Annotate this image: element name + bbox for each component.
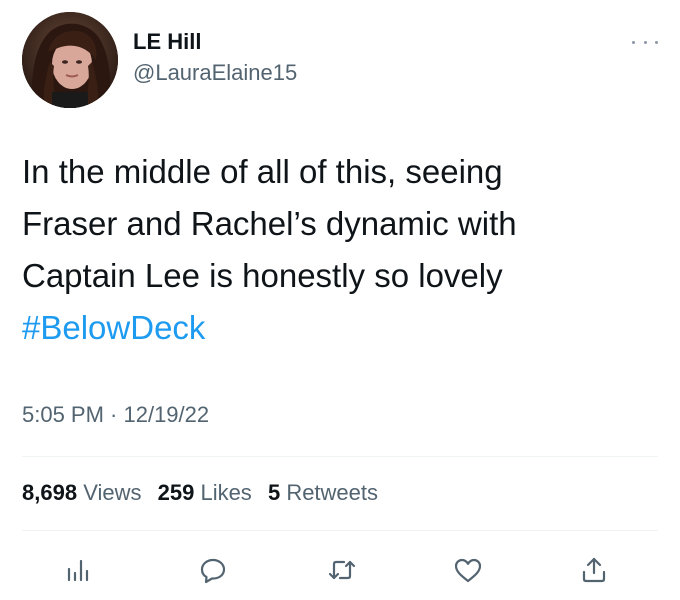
retweet-button[interactable] (326, 554, 358, 586)
tweet-timestamp[interactable]: 5:05 PM · 12/19/22 (22, 400, 209, 430)
avatar[interactable] (22, 12, 118, 108)
more-dot (655, 40, 658, 44)
analytics-button[interactable] (62, 554, 94, 586)
retweets-label: Retweets (286, 480, 379, 505)
tweet-text-line: In the middle of all of this, seeing (22, 153, 503, 190)
likes-label: Likes (200, 480, 252, 505)
divider (22, 456, 658, 457)
retweet-icon (328, 560, 356, 580)
views-label: Views (83, 480, 142, 505)
share-icon (582, 557, 606, 583)
display-name[interactable]: LE Hill (133, 28, 297, 56)
tweet-text: In the middle of all of this, seeing Fra… (22, 146, 662, 354)
tweet-text-line: Fraser and Rachel’s dynamic with (22, 205, 517, 242)
retweets-count: 5 (267, 480, 281, 505)
more-dot (643, 40, 647, 44)
author-block: LE Hill @LauraElaine15 (133, 28, 297, 88)
hashtag-link[interactable]: #BelowDeck (22, 302, 662, 354)
share-button[interactable] (578, 554, 610, 586)
like-button[interactable] (452, 554, 484, 586)
more-dot (632, 40, 635, 44)
engagement-stats: 8,698 Views 259 Likes 5 Retweets (22, 478, 388, 508)
likes-count: 259 (157, 480, 195, 505)
likes-stat[interactable]: 259 Likes (158, 480, 252, 505)
tweet-text-line: Captain Lee is honestly so lovely (22, 257, 503, 294)
retweets-stat[interactable]: 5 Retweets (268, 480, 378, 505)
action-bar (0, 548, 680, 592)
views-count: 8,698 (22, 480, 78, 505)
divider (22, 530, 658, 531)
user-handle[interactable]: @LauraElaine15 (133, 58, 297, 88)
like-icon (454, 558, 482, 583)
views-stat[interactable]: 8,698 Views (22, 480, 141, 505)
analytics-icon (67, 559, 89, 582)
reply-button[interactable] (197, 554, 229, 586)
more-options-icon[interactable] (632, 36, 658, 48)
avatar-photo (22, 12, 118, 108)
reply-icon (200, 558, 226, 584)
tweet-card: LE Hill @LauraElaine15 In the middle of … (0, 0, 680, 600)
